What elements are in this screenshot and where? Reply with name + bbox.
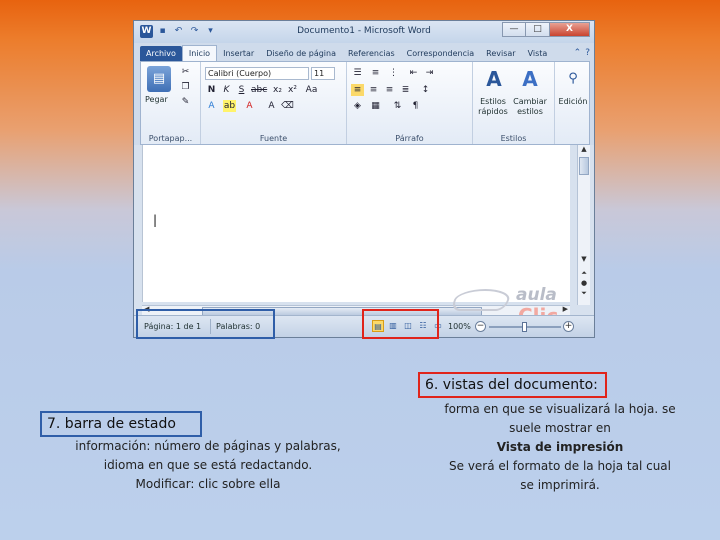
show-marks-icon[interactable]: ¶	[409, 100, 422, 112]
multilevel-list-icon[interactable]: ⋮	[387, 67, 400, 79]
views-caption-line5: se imprimirá.	[520, 478, 600, 492]
numbering-icon[interactable]: ≡	[369, 67, 382, 79]
align-center-icon[interactable]: ≡	[367, 84, 380, 96]
zoom-out-button[interactable]: −	[475, 321, 486, 332]
increase-indent-icon[interactable]: ⇥	[423, 67, 436, 79]
tab-correspondencia[interactable]: Correspondencia	[401, 46, 480, 61]
italic-icon[interactable]: K	[220, 84, 233, 96]
borders-icon[interactable]: ▦	[369, 100, 382, 112]
browse-object-icon[interactable]: ●	[578, 279, 590, 287]
vertical-scrollbar[interactable]: ▲ ▼ ⏶ ● ⏷	[577, 145, 590, 305]
font-group-label: Fuente	[259, 134, 288, 143]
tab-vista[interactable]: Vista	[522, 46, 554, 61]
styles-group-label: Estilos	[500, 134, 527, 143]
subscript-icon[interactable]: x₂	[271, 84, 284, 96]
title-bar: W ▪ ↶ ↷ ▾ Documento1 - Microsoft Word — …	[134, 21, 594, 43]
document-page[interactable]: |	[142, 145, 570, 302]
maximize-button[interactable]: □	[526, 22, 550, 37]
close-button[interactable]: X	[550, 22, 590, 37]
help-icon[interactable]: ?	[585, 48, 590, 58]
ribbon: ▤ Pegar ✂ ❐ ✎ Portapap... Calibri (Cuerp…	[140, 61, 590, 145]
clipboard-group-label: Portapap...	[148, 134, 193, 143]
underline-icon[interactable]: S	[235, 84, 248, 96]
statusbar-caption-line3: Modificar: clic sobre ella	[135, 477, 281, 491]
find-icon[interactable]: ⚲	[560, 65, 586, 93]
paste-icon[interactable]: ▤	[147, 66, 171, 92]
zoom-in-button[interactable]: +	[563, 321, 574, 332]
text-effects-icon[interactable]: A	[205, 100, 218, 112]
font-size-select[interactable]: 11	[311, 67, 335, 80]
zoom-slider-knob[interactable]	[522, 322, 527, 332]
statusbar-caption-line2: idioma en que se está redactando.	[103, 458, 313, 472]
change-styles-icon[interactable]: A	[517, 65, 543, 93]
bold-icon[interactable]: N	[205, 84, 218, 96]
quick-styles-button[interactable]: Estilos rápidos	[476, 97, 510, 117]
format-painter-icon[interactable]: ✎	[179, 96, 192, 108]
tab-referencias[interactable]: Referencias	[342, 46, 401, 61]
font-color-icon[interactable]: A	[243, 100, 256, 112]
views-caption-body: forma en que se visualizará la hoja. se …	[414, 400, 706, 495]
zoom-slider[interactable]	[489, 322, 561, 332]
font-group: Calibri (Cuerpo) 11 N K S abc x₂ x² Aa A…	[201, 62, 347, 144]
copy-icon[interactable]: ❐	[179, 81, 192, 93]
statusbar-caption-title: 7. barra de estado	[47, 416, 176, 432]
document-area: | ▲ ▼ ⏶ ● ⏷ ◀ ▶ aula Clic	[134, 145, 594, 328]
bullets-icon[interactable]: ☰	[351, 67, 364, 79]
zoom-level[interactable]: 100%	[448, 322, 471, 331]
align-right-icon[interactable]: ≡	[383, 84, 396, 96]
font-name-select[interactable]: Calibri (Cuerpo)	[205, 67, 309, 80]
styles-group: A Estilos rápidos A Cambiar estilos Esti…	[473, 62, 555, 144]
paste-button-label[interactable]: Pegar	[145, 95, 168, 104]
views-caption-line4: Se verá el formato de la hoja tal cual	[449, 459, 671, 473]
scroll-down-icon[interactable]: ▼	[578, 255, 590, 263]
minimize-ribbon-icon[interactable]: ⌃	[574, 48, 582, 58]
views-caption-line2: suele mostrar en	[509, 421, 611, 435]
strikethrough-icon[interactable]: abc	[251, 84, 267, 96]
clipboard-group: ▤ Pegar ✂ ❐ ✎ Portapap...	[141, 62, 201, 144]
word-window: W ▪ ↶ ↷ ▾ Documento1 - Microsoft Word — …	[133, 20, 595, 338]
previous-page-icon[interactable]: ⏶	[578, 269, 590, 278]
decrease-indent-icon[interactable]: ⇤	[407, 67, 420, 79]
next-page-icon[interactable]: ⏷	[578, 289, 590, 298]
vertical-scroll-thumb[interactable]	[579, 157, 589, 175]
view-buttons-highlight	[362, 309, 439, 339]
statusbar-caption-body: información: número de páginas y palabra…	[48, 437, 368, 494]
clear-formatting-icon[interactable]: ⌫	[281, 100, 294, 112]
quick-styles-icon[interactable]: A	[481, 65, 507, 93]
sort-icon[interactable]: ⇅	[391, 100, 404, 112]
superscript-icon[interactable]: x²	[286, 84, 299, 96]
change-case-icon[interactable]: Aa	[305, 84, 318, 96]
tab-revisar[interactable]: Revisar	[480, 46, 521, 61]
cut-icon[interactable]: ✂	[179, 66, 192, 78]
views-caption-line1: forma en que se visualizará la hoja. se	[444, 402, 676, 416]
change-styles-button[interactable]: Cambiar estilos	[513, 97, 547, 117]
shading-icon[interactable]: ◈	[351, 100, 364, 112]
tab-archivo[interactable]: Archivo	[140, 46, 182, 61]
tab-diseno-pagina[interactable]: Diseño de página	[260, 46, 342, 61]
window-controls: — □ X	[502, 22, 590, 37]
scroll-up-icon[interactable]: ▲	[578, 145, 590, 153]
paragraph-group-label: Párrafo	[395, 134, 424, 143]
tab-inicio[interactable]: Inicio	[181, 45, 218, 61]
line-spacing-icon[interactable]: ↕	[419, 84, 432, 96]
graduation-cap-icon	[449, 289, 514, 311]
align-left-icon[interactable]: ≡	[351, 84, 364, 96]
ribbon-options: ⌃ ?	[574, 48, 594, 61]
statusbar-caption-line1: información: número de páginas y palabra…	[75, 439, 341, 453]
justify-icon[interactable]: ≣	[399, 84, 412, 96]
status-bar-highlight	[136, 309, 275, 339]
watermark-line1: aula	[516, 285, 557, 305]
text-cursor: |	[153, 213, 158, 227]
editing-button[interactable]: Edición	[556, 97, 590, 107]
ribbon-tabs: Archivo Inicio Insertar Diseño de página…	[134, 43, 594, 61]
highlight-icon[interactable]: ab	[223, 100, 236, 112]
minimize-button[interactable]: —	[502, 22, 526, 37]
grow-font-icon[interactable]: A	[265, 100, 278, 112]
views-caption-title: 6. vistas del documento:	[425, 377, 598, 393]
tab-insertar[interactable]: Insertar	[217, 46, 260, 61]
editing-group: ⚲ Edición	[555, 62, 591, 144]
views-caption-line3: Vista de impresión	[496, 440, 624, 454]
paragraph-group: ☰ ≡ ⋮ ⇤ ⇥ ≡ ≡ ≡ ≣ ↕ ◈ ▦ ⇅ ¶ Párrafo	[347, 62, 473, 144]
